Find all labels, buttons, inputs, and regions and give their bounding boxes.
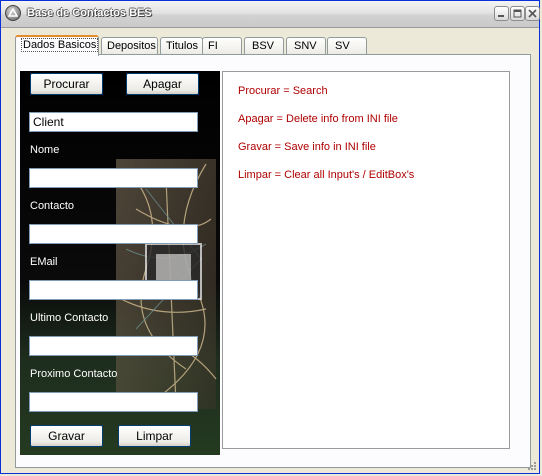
tab-fi[interactable]: FI: [202, 37, 242, 54]
close-button[interactable]: [525, 6, 540, 21]
tab-dados-basicos[interactable]: Dados Basicos: [15, 35, 99, 56]
title-bar[interactable]: Base de Contactos BES: [1, 1, 540, 28]
minimize-button[interactable]: [494, 6, 509, 21]
help-procurar: Procurar = Search: [238, 85, 328, 97]
proximo-contacto-field[interactable]: [29, 392, 198, 412]
email-field[interactable]: [29, 280, 198, 300]
client-field[interactable]: [29, 112, 198, 132]
limpar-button[interactable]: Limpar: [118, 425, 191, 447]
minimize-icon: [498, 15, 504, 17]
proximo-contacto-label: Proximo Contacto: [30, 368, 118, 380]
help-apagar: Apagar = Delete info from INI file: [238, 113, 398, 125]
tab-snv[interactable]: SNV: [286, 37, 326, 54]
email-label: EMail: [30, 256, 58, 268]
contacto-field[interactable]: [29, 224, 198, 244]
tab-depositos[interactable]: Depositos: [101, 37, 158, 54]
tab-titulos[interactable]: Titulos: [160, 37, 203, 54]
help-gravar: Gravar = Save info in INI file: [238, 141, 376, 153]
help-panel: Procurar = Search Apagar = Delete info f…: [222, 71, 510, 449]
nome-label: Nome: [30, 144, 60, 156]
tab-bsv[interactable]: BSV: [244, 37, 284, 54]
ultimo-contacto-field[interactable]: [29, 336, 198, 356]
maximize-icon: [513, 9, 522, 18]
ultimo-contacto-label: Ultimo Contacto: [30, 312, 109, 324]
tab-sv[interactable]: SV: [327, 37, 367, 54]
close-icon: [528, 9, 537, 18]
gravar-button[interactable]: Gravar: [30, 425, 103, 447]
maximize-button[interactable]: [510, 6, 525, 21]
window-title: Base de Contactos BES: [27, 7, 152, 19]
nome-field[interactable]: [29, 168, 198, 188]
apagar-button[interactable]: Apagar: [126, 73, 199, 95]
contacto-label: Contacto: [30, 200, 75, 212]
app-window: Base de Contactos BES Dados Basicos Depo…: [0, 0, 540, 474]
help-limpar: Limpar = Clear all Input's / EditBox's: [238, 169, 415, 181]
app-icon[interactable]: [5, 5, 21, 21]
procurar-button[interactable]: Procurar: [30, 73, 103, 95]
resize-grip-icon[interactable]: [526, 460, 537, 471]
